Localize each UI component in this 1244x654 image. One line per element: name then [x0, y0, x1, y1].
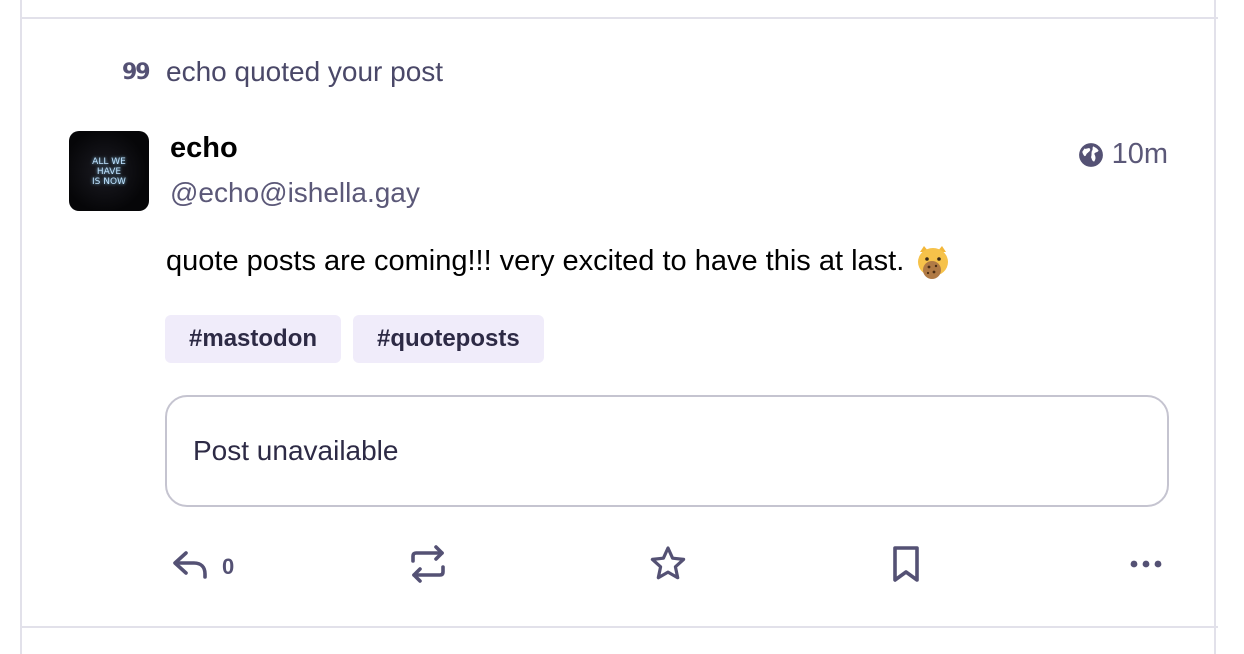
hashtag-mastodon[interactable]: #mastodon	[165, 315, 342, 363]
boost-icon	[408, 544, 448, 589]
bookmark-button[interactable]	[888, 544, 924, 589]
more-button[interactable]	[1128, 544, 1164, 589]
status-content: quote posts are coming!!! very excited t…	[166, 244, 952, 279]
avatar-text: ALL WE HAVE IS NOW	[92, 157, 126, 187]
quote-icon: 99	[122, 60, 151, 85]
bookmark-icon	[888, 544, 924, 589]
notification-label: echo quoted your post	[166, 56, 444, 87]
favourite-button[interactable]	[648, 544, 688, 589]
reply-icon	[170, 544, 210, 589]
account-handle[interactable]: @echo@ishella.gay	[170, 177, 420, 209]
star-icon	[648, 544, 688, 589]
more-icon	[1128, 544, 1164, 589]
status-text: quote posts are coming!!! very excited t…	[166, 244, 905, 277]
divider-top	[20, 17, 1218, 19]
display-name[interactable]: echo	[170, 132, 238, 165]
divider-bottom	[20, 626, 1218, 628]
quoted-post-text: Post unavailable	[193, 435, 399, 466]
hashtag-bar: #mastodon #quoteposts	[165, 315, 544, 363]
reply-count: 0	[222, 553, 235, 579]
quoted-post[interactable]: Post unavailable	[165, 395, 1169, 507]
avatar[interactable]: ALL WE HAVE IS NOW	[69, 131, 149, 211]
relative-time: 10m	[1111, 138, 1168, 170]
reply-button[interactable]: 0	[170, 544, 234, 589]
cat-with-cookie-emoji	[914, 244, 952, 279]
globe-icon	[1078, 142, 1104, 168]
boost-button[interactable]	[408, 544, 448, 589]
hashtag-quoteposts[interactable]: #quoteposts	[353, 315, 544, 363]
status-meta[interactable]: 10m	[1078, 138, 1168, 171]
